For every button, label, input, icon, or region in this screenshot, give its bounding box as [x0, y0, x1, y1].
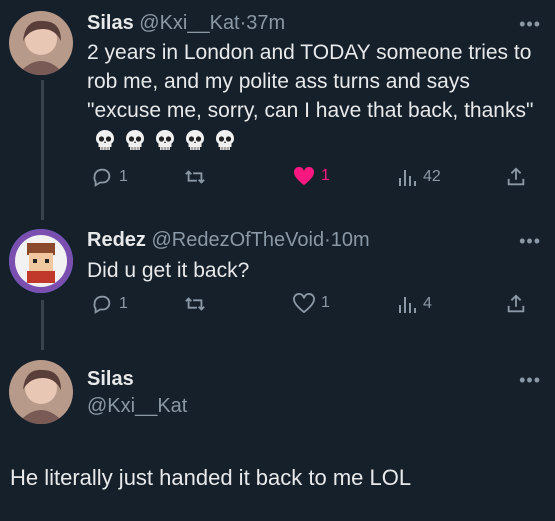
- retweet-button[interactable]: [183, 293, 207, 315]
- emoji-group: [87, 128, 237, 151]
- views-icon: [399, 297, 416, 313]
- more-options-button[interactable]: •••: [519, 231, 541, 252]
- share-button[interactable]: [505, 293, 527, 315]
- tweet-text: Did u get it back?: [87, 259, 250, 282]
- share-button[interactable]: [505, 166, 527, 188]
- skull-icon: [216, 130, 234, 151]
- views-count: 4: [423, 295, 432, 312]
- reply-button[interactable]: 1: [91, 166, 128, 188]
- action-bar: 1 1 4: [87, 293, 532, 319]
- skull-icon: [96, 130, 114, 151]
- reply-icon: [93, 168, 111, 187]
- reply-icon: [93, 295, 111, 314]
- tweet-header: Silas @Kxi__Kat·37m: [87, 12, 285, 35]
- display-name[interactable]: Silas: [87, 12, 134, 34]
- display-name[interactable]: Silas: [87, 368, 187, 391]
- heart-icon: [293, 293, 315, 313]
- heart-icon: [293, 166, 315, 186]
- reply-button[interactable]: 1: [91, 293, 128, 315]
- like-count: 1: [321, 167, 330, 184]
- tweet-text-content: 2 years in London and TODAY someone trie…: [87, 41, 534, 122]
- thread-line: [41, 80, 44, 220]
- separator: ·: [324, 229, 331, 251]
- display-name[interactable]: Redez: [87, 229, 146, 251]
- timestamp[interactable]: 37m: [246, 12, 285, 34]
- like-button[interactable]: 1: [293, 293, 330, 313]
- views-count: 42: [423, 168, 441, 185]
- retweet-icon: [185, 297, 205, 311]
- retweet-icon: [185, 170, 205, 184]
- user-handle[interactable]: @RedezOfTheVoid: [151, 229, 324, 251]
- timestamp[interactable]: 10m: [331, 229, 370, 251]
- views-button[interactable]: 4: [397, 293, 432, 315]
- retweet-button[interactable]: [183, 166, 207, 188]
- avatar[interactable]: [9, 360, 73, 424]
- reply-count: 1: [119, 295, 128, 312]
- views-icon: [399, 170, 416, 186]
- skull-icon: [126, 130, 144, 151]
- more-options-button[interactable]: •••: [519, 370, 541, 391]
- share-icon: [507, 167, 525, 186]
- share-icon: [507, 294, 525, 313]
- user-handle[interactable]: @Kxi__Kat: [139, 12, 239, 34]
- avatar[interactable]: [9, 11, 73, 75]
- thread-line: [41, 300, 44, 350]
- reply-count: 1: [119, 168, 128, 185]
- tweet-header: Redez @RedezOfTheVoid·10m: [87, 229, 370, 252]
- display-name-block: Silas @Kxi__Kat: [87, 368, 187, 418]
- views-button[interactable]: 42: [397, 166, 441, 188]
- avatar[interactable]: [9, 229, 73, 293]
- user-handle[interactable]: @Kxi__Kat: [87, 395, 187, 418]
- skull-icon: [156, 130, 174, 151]
- like-button[interactable]: 1: [293, 166, 330, 186]
- more-options-button[interactable]: •••: [519, 14, 541, 35]
- tweet-text: 2 years in London and TODAY someone trie…: [87, 38, 547, 154]
- action-bar: 1 1 42: [87, 166, 532, 192]
- like-count: 1: [321, 294, 330, 311]
- tweet-text: He literally just handed it back to me L…: [10, 465, 412, 490]
- skull-icon: [186, 130, 204, 151]
